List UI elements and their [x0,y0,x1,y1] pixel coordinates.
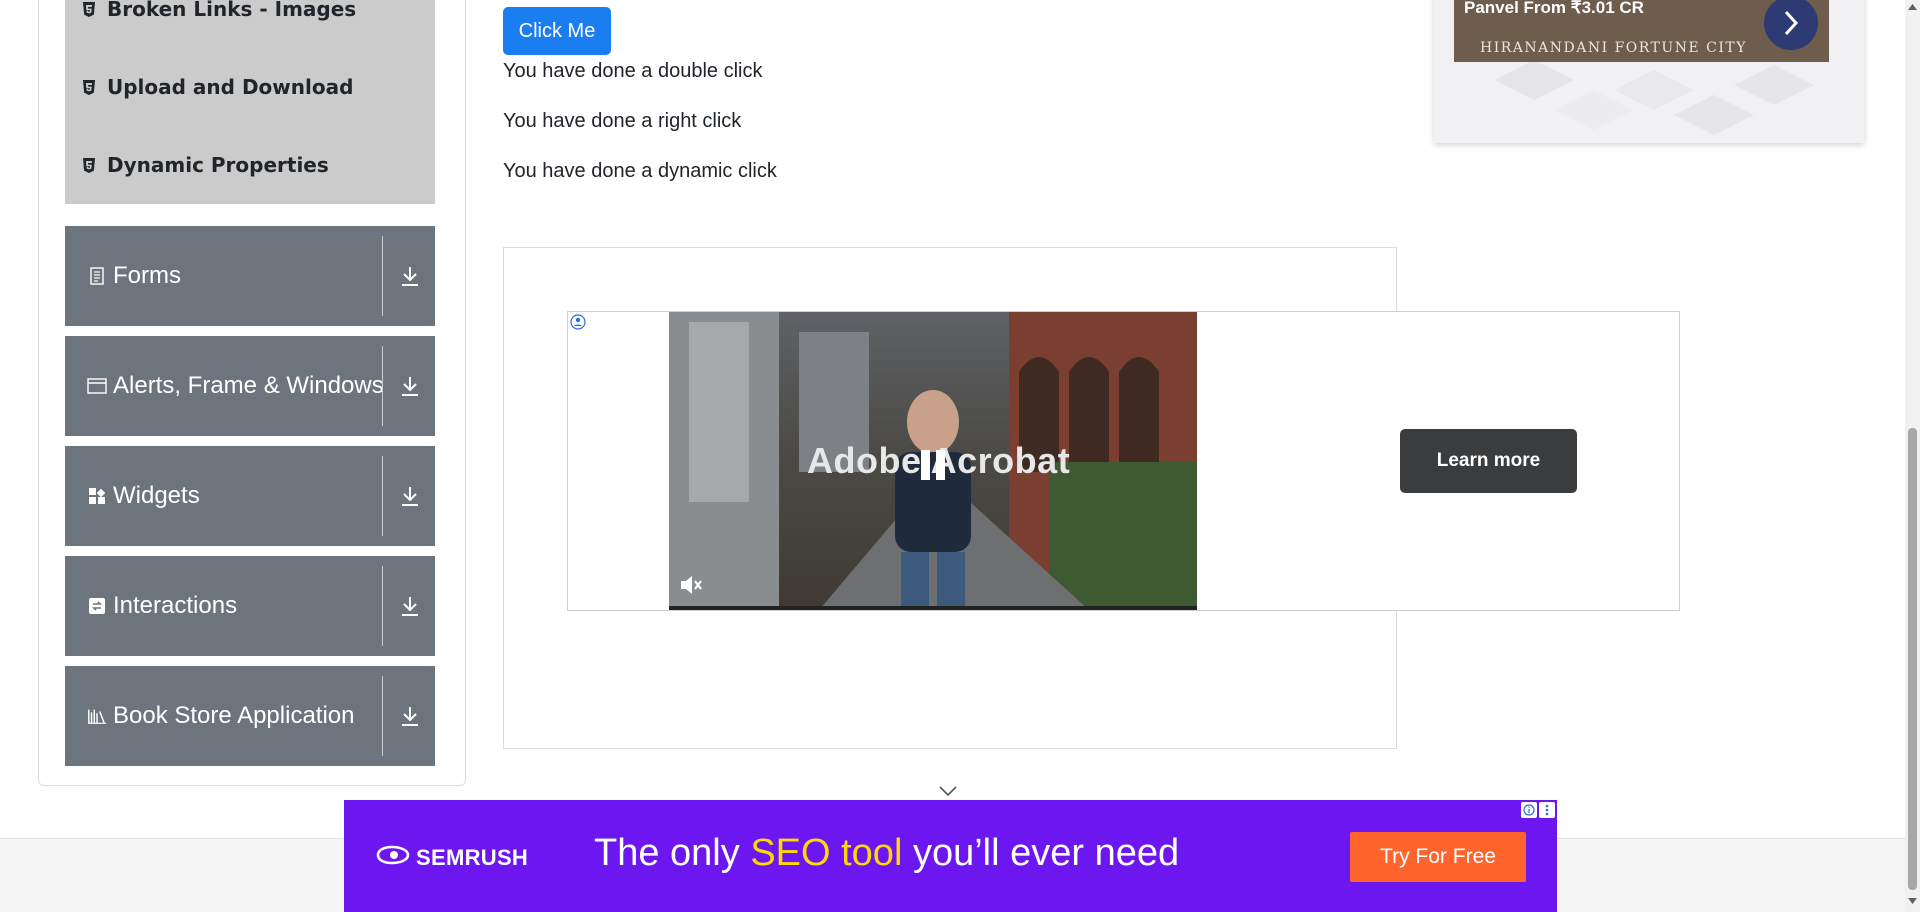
group-alerts-frame-windows[interactable]: Alerts, Frame & Windows [65,336,435,436]
group-forms[interactable]: Forms [65,226,435,326]
menu-item-upload-and-download[interactable]: Upload and Download [65,48,435,126]
headline-part: you’ll ever need [902,832,1180,874]
download-icon[interactable] [399,264,421,288]
interactions-icon [87,596,107,616]
group-label: Alerts, Frame & Windows [113,372,384,399]
ad-info-icon[interactable] [1521,802,1537,818]
download-icon[interactable] [399,374,421,398]
menu-item-dynamic-properties[interactable]: Dynamic Properties [65,126,435,204]
menu-item-label: Broken Links - Images [107,0,357,21]
click-me-button[interactable]: Click Me [503,7,611,55]
divider [382,456,383,536]
banner-brand: SEMRUSH [376,845,528,871]
group-widgets[interactable]: Widgets [65,446,435,546]
adchoices-icon[interactable] [570,314,586,335]
ad-menu-icon[interactable] [1539,802,1555,818]
double-click-message: You have done a double click [503,60,763,82]
learn-more-button[interactable]: Learn more [1400,429,1577,493]
dynamic-click-message: You have done a dynamic click [503,160,777,182]
widgets-icon [87,486,107,506]
video-progress-bar[interactable] [669,606,1197,610]
download-icon[interactable] [399,484,421,508]
menu-item-broken-links-images[interactable]: Broken Links - Images [65,0,435,48]
bottom-banner-ad[interactable]: SEMRUSH The only SEO tool you’ll ever ne… [344,800,1557,912]
headline-highlight: SEO tool [750,832,903,874]
group-label: Book Store Application [113,702,355,729]
semrush-logo-icon [376,845,410,871]
banner-headline: The only SEO tool you’ll ever need [594,832,1179,875]
menu-item-label: Upload and Download [107,75,354,99]
headline-part: The only [594,832,751,874]
divider [382,566,383,646]
divider [382,676,383,756]
document-icon [87,266,107,286]
group-interactions[interactable]: Interactions [65,556,435,656]
window-icon [87,376,107,396]
page: Broken Links - Images Upload and Downloa… [0,0,1920,912]
books-icon [87,706,107,726]
divider [382,346,383,426]
menu-item-label: Dynamic Properties [107,153,329,177]
ad-title: Panvel From ₹3.01 CR [1464,0,1644,17]
download-icon[interactable] [399,594,421,618]
video-player[interactable]: Adobe Acrobat [669,312,1197,610]
ad-subtitle: HIRANANDANI FORTUNE CITY [1480,40,1747,56]
download-icon[interactable] [399,704,421,728]
html5-icon [83,157,95,173]
top-right-ad[interactable]: Panvel From ₹3.01 CR HIRANANDANI FORTUNE… [1434,0,1864,143]
group-book-store-application[interactable]: Book Store Application [65,666,435,766]
divider [382,236,383,316]
scroll-thumb[interactable] [1908,428,1917,890]
mute-icon[interactable] [679,574,703,601]
banner-brand-text: SEMRUSH [416,845,529,870]
html5-icon [83,1,95,17]
pause-icon[interactable] [919,448,949,487]
right-click-message: You have done a right click [503,110,742,132]
group-label: Interactions [113,592,238,619]
html5-icon [83,79,95,95]
group-label: Forms [113,262,181,289]
try-for-free-button[interactable]: Try For Free [1350,832,1526,882]
group-label: Widgets [113,482,200,509]
